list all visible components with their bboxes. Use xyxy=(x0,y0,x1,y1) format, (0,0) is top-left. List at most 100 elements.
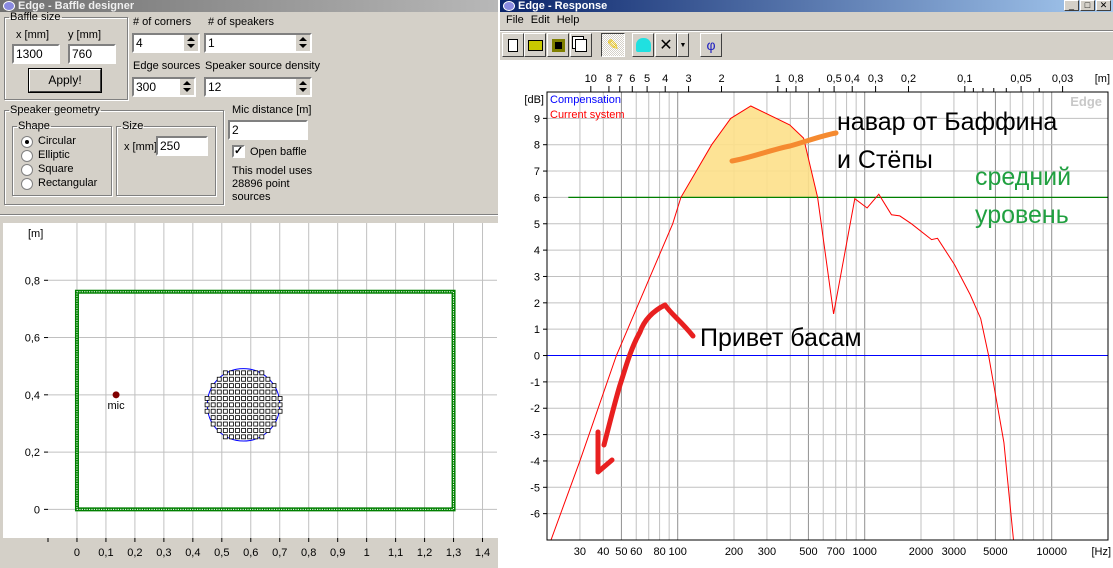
top-tick-label: 2 xyxy=(718,73,724,85)
speaker-point-source xyxy=(247,408,253,414)
open-icon xyxy=(527,39,543,51)
y-tick-label: 5 xyxy=(534,219,540,231)
splitter[interactable] xyxy=(0,214,498,216)
edge-sources-label: Edge sources xyxy=(133,60,201,72)
x-tick-label: 100 xyxy=(669,546,687,558)
speaker-point-source xyxy=(229,434,234,440)
speaker-point-source xyxy=(222,415,228,421)
minimize-button[interactable]: _ xyxy=(1064,0,1079,11)
save-button[interactable] xyxy=(547,33,569,57)
apply-button[interactable]: Apply! xyxy=(28,68,102,93)
level-annotation-text: уровень xyxy=(975,201,1069,229)
y-tick-label: 0,2 xyxy=(25,447,40,459)
speaker-point-source xyxy=(265,383,271,389)
clear-button[interactable]: ✕ xyxy=(655,33,677,57)
speaker-point-source xyxy=(277,408,283,414)
y-tick-label: -3 xyxy=(530,430,540,442)
speaker-point-source xyxy=(259,383,265,389)
x-tick-label: 40 xyxy=(597,546,609,558)
draw-button[interactable]: ✎ xyxy=(601,33,625,57)
spin-arrows-icon[interactable] xyxy=(295,35,310,51)
speaker-density-spinner[interactable]: 12 xyxy=(204,77,312,97)
speaker-point-source xyxy=(253,421,259,427)
spin-arrows-icon[interactable] xyxy=(179,79,194,95)
open-baffle-checkbox[interactable]: ✓ xyxy=(232,145,245,158)
clear-dropdown-button[interactable]: ▼ xyxy=(677,33,689,57)
speaker-point-source xyxy=(247,383,253,389)
title-bar[interactable]: Edge - Response xyxy=(500,0,1113,12)
spin-arrows-icon[interactable] xyxy=(183,35,198,51)
menu-file[interactable]: File xyxy=(506,13,531,29)
baffle-y-input[interactable]: 760 xyxy=(68,44,116,64)
speaker-point-source xyxy=(241,421,246,427)
speaker-point-source xyxy=(210,408,216,414)
copy-button[interactable] xyxy=(570,33,592,57)
open-button[interactable] xyxy=(524,33,546,57)
size-x-input[interactable]: 250 xyxy=(156,136,208,156)
new-button[interactable] xyxy=(502,33,524,57)
y-unit-label: [m] xyxy=(28,228,43,240)
top-tick-label: 0,1 xyxy=(957,73,972,85)
speaker-point-source xyxy=(259,396,265,401)
speaker-point-source xyxy=(210,383,216,389)
speaker-point-source xyxy=(210,402,216,408)
new-icon xyxy=(508,38,518,52)
shape-radio-rectangular[interactable] xyxy=(21,178,33,190)
x-tick-label: 50 xyxy=(615,546,627,558)
speaker-point-source xyxy=(241,383,246,389)
speaker-point-source xyxy=(253,428,259,433)
speaker-point-source xyxy=(247,428,253,433)
spin-arrows-icon[interactable] xyxy=(295,79,310,95)
y-tick-label: -5 xyxy=(530,482,540,494)
speaker-point-source xyxy=(253,402,259,408)
speaker-point-source xyxy=(210,415,216,421)
mic-distance-input[interactable]: 2 xyxy=(228,120,308,140)
bell-button[interactable] xyxy=(632,33,654,57)
y-tick-label: 6 xyxy=(534,192,540,204)
response-chart: -6-5-4-3-2-10123456789[dB]30 40 50 60 80 100 2… xyxy=(500,60,1113,568)
speaker-point-source xyxy=(277,402,283,408)
speaker-point-source xyxy=(229,421,234,427)
speaker-point-source xyxy=(247,415,253,421)
speaker-point-source xyxy=(271,402,277,408)
speaker-point-source xyxy=(235,415,240,421)
mic-label: mic xyxy=(108,400,126,412)
speaker-point-source xyxy=(222,402,228,408)
maximize-button[interactable]: □ xyxy=(1080,0,1095,11)
phase-button[interactable]: φ xyxy=(700,33,722,57)
shape-radio-elliptic[interactable] xyxy=(21,150,33,162)
phi-icon: φ xyxy=(706,37,716,53)
shape-radio-circular[interactable] xyxy=(21,136,33,148)
y-tick-label: 7 xyxy=(534,166,540,178)
speaker-point-source xyxy=(253,434,259,440)
close-button[interactable]: ✕ xyxy=(1096,0,1111,11)
corners-spinner[interactable]: 4 xyxy=(132,33,200,53)
speakers-spinner[interactable]: 1 xyxy=(204,33,312,53)
shape-radio-square[interactable] xyxy=(21,164,33,176)
x-tick-label: 0,3 xyxy=(156,547,171,559)
menu-edit[interactable]: Edit xyxy=(531,13,557,29)
baffle-x-input[interactable]: 1300 xyxy=(12,44,60,64)
y-tick-label: 0,8 xyxy=(25,275,40,287)
y-tick-label: 9 xyxy=(534,113,540,125)
menu-bar: File Edit Help xyxy=(500,13,1113,29)
x-tick-label: 500 xyxy=(799,546,817,558)
x-tick-label: 0,7 xyxy=(272,547,287,559)
x-tick-label: 0,1 xyxy=(98,547,113,559)
menu-help[interactable]: Help xyxy=(557,13,587,29)
top-tick-label: 0,05 xyxy=(1010,73,1031,85)
window-title: Edge - Response xyxy=(518,0,608,12)
speaker-point-source xyxy=(253,415,259,421)
pencil-icon: ✎ xyxy=(606,37,620,54)
edge-sources-spinner[interactable]: 300 xyxy=(132,77,196,97)
speaker-point-source xyxy=(222,383,228,389)
top-tick-label: 0,5 xyxy=(826,73,841,85)
speaker-point-source xyxy=(235,434,240,440)
x-tick-label: 1,4 xyxy=(475,547,490,559)
speaker-point-source xyxy=(265,376,271,382)
speaker-density-label: Speaker source density xyxy=(205,60,320,72)
x-tick-label: 0,8 xyxy=(301,547,316,559)
top-tick-label: 6 xyxy=(629,73,635,85)
y-tick-label: -1 xyxy=(530,377,540,389)
top-tick-label: 0,8 xyxy=(788,73,803,85)
